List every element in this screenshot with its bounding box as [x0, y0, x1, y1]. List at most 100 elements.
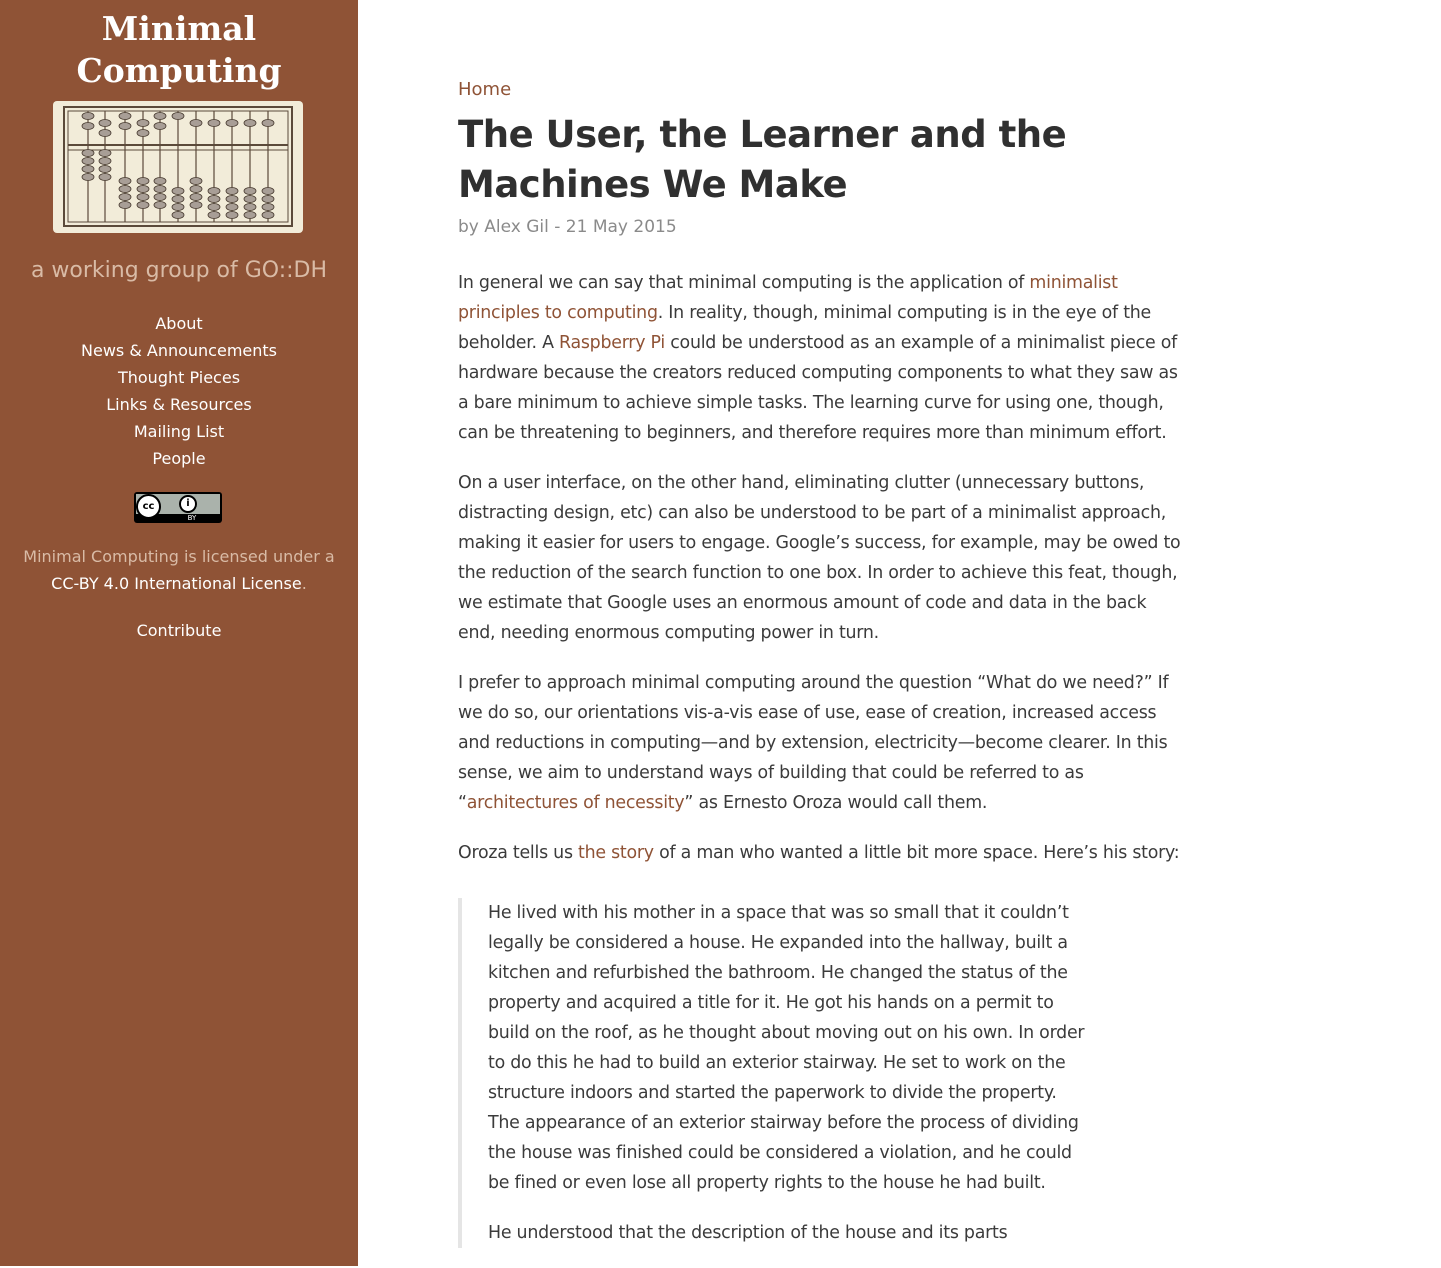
abacus-bead	[207, 211, 221, 219]
architectures-of-necessity-link[interactable]: architectures of necessity	[467, 793, 685, 813]
abacus-bead	[136, 129, 150, 137]
abacus-bead	[243, 187, 257, 195]
abacus-bead	[243, 203, 257, 211]
abacus-bead	[261, 203, 275, 211]
p3-text-1: I prefer to approach minimal computing a…	[458, 673, 1169, 813]
abacus-icon	[63, 106, 293, 227]
abacus-bead	[243, 119, 257, 127]
abacus-bead	[171, 187, 185, 195]
abacus-bead	[98, 149, 112, 157]
abacus-bead	[243, 195, 257, 203]
abacus-bead	[189, 177, 203, 185]
sidebar: Minimal Computing a working group of GO:…	[0, 0, 358, 1266]
site-title-line2[interactable]: Computing	[76, 51, 281, 90]
page-title: The User, the Learner and the Machines W…	[458, 113, 1067, 206]
abacus-bead	[136, 193, 150, 201]
abacus-bead	[98, 119, 112, 127]
abacus-bead	[225, 119, 239, 127]
cc-icon: cc	[136, 494, 161, 519]
abacus-bead	[189, 185, 203, 193]
abacus-bead	[98, 173, 112, 181]
abacus-bead	[261, 195, 275, 203]
abacus-bead	[98, 157, 112, 165]
abacus-logo[interactable]	[53, 101, 303, 233]
abacus-bead	[189, 201, 203, 209]
abacus-bead	[81, 122, 95, 130]
abacus-bead	[207, 187, 221, 195]
abacus-bead	[81, 112, 95, 120]
abacus-bead	[118, 193, 132, 201]
quote-paragraph-2: He understood that the description of th…	[488, 1223, 1008, 1243]
abacus-bead	[136, 185, 150, 193]
abacus-bead	[225, 187, 239, 195]
abacus-bead	[136, 119, 150, 127]
abacus-bead	[225, 195, 239, 203]
abacus-bead	[81, 173, 95, 181]
abacus-bead	[225, 203, 239, 211]
abacus-bead	[118, 122, 132, 130]
abacus-bead	[243, 211, 257, 219]
abacus-bead	[153, 177, 167, 185]
attribution-person-icon: i	[179, 495, 197, 513]
site-title-line1[interactable]: Minimal	[102, 9, 256, 48]
abacus-bead	[171, 112, 185, 120]
license-prefix: Minimal Computing is licensed under a	[23, 547, 335, 566]
paragraph-4: Oroza tells us the story of a man who wa…	[458, 838, 1183, 868]
abacus-bead	[136, 177, 150, 185]
abacus-bead	[153, 112, 167, 120]
main-content: Home The User, the Learner and the Machi…	[458, 76, 1183, 1268]
abacus-bead	[207, 119, 221, 127]
abacus-bead	[171, 211, 185, 219]
abacus-bead	[118, 185, 132, 193]
abacus-bead	[81, 149, 95, 157]
abacus-bead	[98, 165, 112, 173]
breadcrumb-home[interactable]: Home	[458, 76, 1183, 104]
cc-by-label: BY	[187, 514, 197, 522]
abacus-bead	[153, 201, 167, 209]
p4-text-2: of a man who wanted a little bit more sp…	[653, 843, 1180, 863]
license-notice: Minimal Computing is licensed under a CC…	[0, 543, 358, 597]
contribute-link[interactable]: Contribute	[0, 617, 358, 644]
license-link[interactable]: CC-BY 4.0 International License	[51, 574, 302, 593]
abacus-bead	[153, 185, 167, 193]
the-story-link[interactable]: the story	[578, 843, 654, 863]
abacus-bead	[261, 211, 275, 219]
abacus-bead	[81, 157, 95, 165]
p3-text-2: ” as Ernesto Oroza would call them.	[684, 793, 988, 813]
paragraph-2: On a user interface, on the other hand, …	[458, 473, 1181, 643]
blockquote: He lived with his mother in a space that…	[458, 898, 1088, 1248]
nav-links-resources[interactable]: Links & Resources	[0, 391, 358, 418]
abacus-bead	[153, 122, 167, 130]
nav-people[interactable]: People	[0, 445, 358, 472]
abacus-bead	[153, 193, 167, 201]
abacus-bead	[136, 201, 150, 209]
tagline: a working group of GO::DH	[30, 258, 328, 283]
p1-text-1: In general we can say that minimal compu…	[458, 273, 1030, 293]
sidebar-nav: About News & Announcements Thought Piece…	[0, 310, 358, 472]
abacus-bead	[171, 195, 185, 203]
paragraph-1: In general we can say that minimal compu…	[458, 268, 1183, 448]
abacus-bead	[98, 129, 112, 137]
quote-paragraph-1: He lived with his mother in a space that…	[488, 903, 1085, 1193]
nav-mailing-list[interactable]: Mailing List	[0, 418, 358, 445]
p4-text-1: Oroza tells us	[458, 843, 579, 863]
abacus-bead	[81, 165, 95, 173]
post-body: In general we can say that minimal compu…	[458, 268, 1183, 1248]
nav-thought-pieces[interactable]: Thought Pieces	[0, 364, 358, 391]
post-byline: by Alex Gil - 21 May 2015	[458, 217, 677, 237]
nav-about[interactable]: About	[0, 310, 358, 337]
abacus-bead	[225, 211, 239, 219]
abacus-bead	[207, 195, 221, 203]
abacus-bead	[261, 187, 275, 195]
site-title[interactable]: Minimal Computing	[0, 8, 358, 92]
abacus-bead	[118, 112, 132, 120]
abacus-bead	[207, 203, 221, 211]
abacus-bead	[118, 177, 132, 185]
abacus-bead	[118, 201, 132, 209]
nav-news-announcements[interactable]: News & Announcements	[0, 337, 358, 364]
raspberry-pi-link[interactable]: Raspberry Pi	[559, 333, 665, 353]
license-suffix: .	[301, 574, 307, 593]
abacus-bead	[189, 119, 203, 127]
abacus-bead	[261, 119, 275, 127]
cc-by-license-badge[interactable]: cc i BY	[134, 492, 222, 523]
